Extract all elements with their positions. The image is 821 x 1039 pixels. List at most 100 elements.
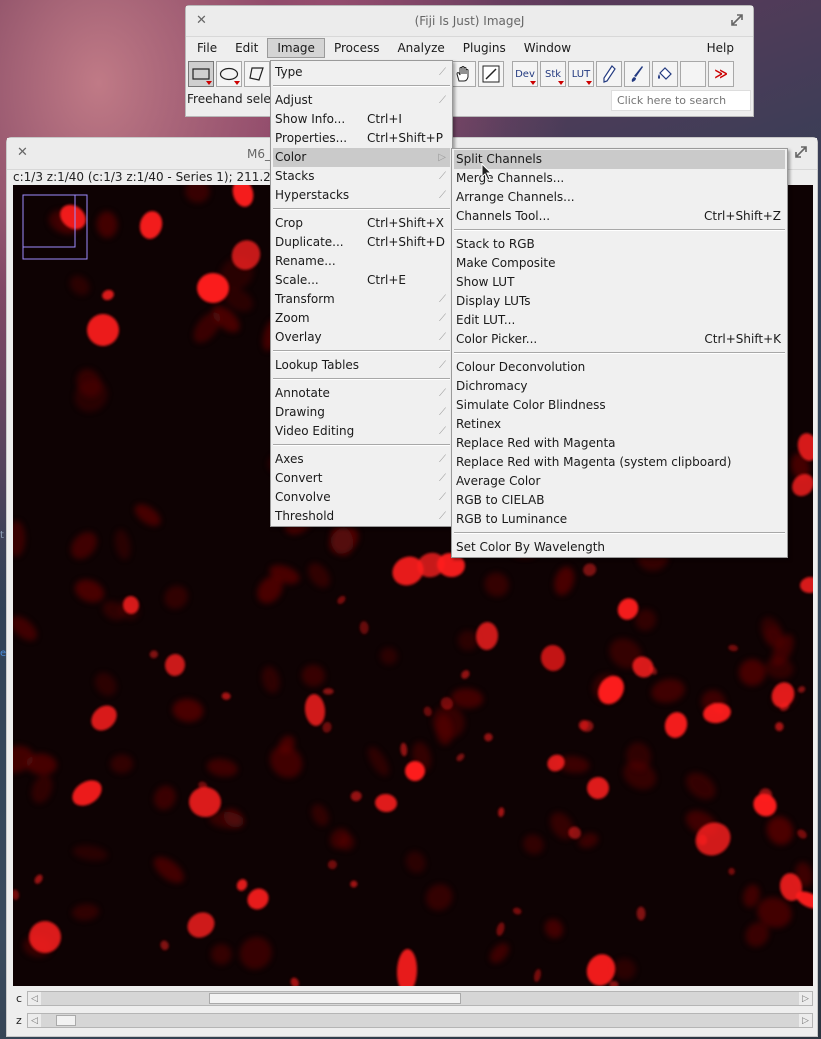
color-menu-item-color-picker[interactable]: Color Picker... Ctrl+Shift+K — [454, 330, 785, 349]
more-tools-button[interactable]: ≫ — [708, 61, 734, 87]
close-icon[interactable]: ✕ — [196, 13, 207, 28]
image-menu-item-duplicate[interactable]: Duplicate... Ctrl+Shift+D — [273, 233, 450, 252]
image-menu-item-rename[interactable]: Rename... — [273, 252, 450, 271]
color-menu-item-arrange-channels[interactable]: Arrange Channels... — [454, 188, 785, 207]
menu-item-shortcut: Ctrl+Shift+D — [367, 235, 445, 249]
color-menu-item-make-composite[interactable]: Make Composite — [454, 254, 785, 273]
search-input[interactable] — [611, 90, 751, 111]
menu-separator — [273, 85, 450, 87]
submenu-arrow-icon: ⟋ — [439, 454, 446, 465]
color-menu-item-show-lut[interactable]: Show LUT — [454, 273, 785, 292]
empty-tool-slot[interactable] — [680, 61, 706, 87]
color-menu-item-merge-channels[interactable]: Merge Channels... — [454, 169, 785, 188]
menu-plugins[interactable]: Plugins — [454, 38, 515, 58]
image-menu-item-threshold[interactable]: Threshold ⟋ — [273, 507, 450, 526]
menu-item-label: Rename... — [275, 254, 336, 268]
color-menu-item-stack-to-rgb[interactable]: Stack to RGB — [454, 235, 785, 254]
menu-item-shortcut: Ctrl+Shift+K — [704, 332, 781, 346]
menu-item-label: Channels Tool... — [456, 209, 551, 223]
image-menu-item-color[interactable]: Color ▷ — [273, 148, 450, 167]
stk-tool[interactable]: Stk — [540, 61, 566, 87]
z-slider-thumb[interactable] — [56, 1015, 76, 1026]
color-menu-item-edit-lut[interactable]: Edit LUT... — [454, 311, 785, 330]
image-menu-item-crop[interactable]: Crop Ctrl+Shift+X — [273, 214, 450, 233]
menu-analyze[interactable]: Analyze — [388, 38, 453, 58]
menu-help[interactable]: Help — [698, 38, 743, 58]
submenu-arrow-icon: ⟋ — [439, 67, 446, 78]
image-menu-item-drawing[interactable]: Drawing ⟋ — [273, 403, 450, 422]
channel-slider[interactable]: ◁ ▷ — [27, 991, 813, 1006]
image-title: M6_ — [247, 147, 271, 161]
slider-left-arrow-icon[interactable]: ◁ — [28, 992, 41, 1005]
hand-tool[interactable] — [450, 61, 476, 87]
slider-left-arrow-icon[interactable]: ◁ — [28, 1014, 41, 1027]
dev-label: Dev — [515, 68, 535, 80]
color-menu-item-average-color[interactable]: Average Color — [454, 472, 785, 491]
slider-right-arrow-icon[interactable]: ▷ — [799, 1014, 812, 1027]
image-menu-item-hyperstacks[interactable]: Hyperstacks ⟋ — [273, 186, 450, 205]
image-menu-item-transform[interactable]: Transform ⟋ — [273, 290, 450, 309]
color-menu-item-rgb-to-cielab[interactable]: RGB to CIELAB — [454, 491, 785, 510]
slider-right-arrow-icon[interactable]: ▷ — [799, 992, 812, 1005]
brush-tool[interactable] — [624, 61, 650, 87]
image-menu-item-axes[interactable]: Axes ⟋ — [273, 450, 450, 469]
menu-image[interactable]: Image — [267, 38, 325, 58]
menu-item-label: Show Info... — [275, 112, 346, 126]
menu-item-label: Stack to RGB — [456, 237, 535, 251]
menu-separator — [273, 444, 450, 446]
menu-edit[interactable]: Edit — [226, 38, 267, 58]
menu-item-label: Overlay — [275, 330, 322, 344]
menu-item-label: Drawing — [275, 405, 325, 419]
image-menu-item-convolve[interactable]: Convolve ⟋ — [273, 488, 450, 507]
dev-tool[interactable]: Dev — [512, 61, 538, 87]
image-menu-item-type[interactable]: Type ⟋ — [273, 63, 450, 82]
color-menu-item-display-luts[interactable]: Display LUTs — [454, 292, 785, 311]
image-menu-item-stacks[interactable]: Stacks ⟋ — [273, 167, 450, 186]
color-menu-item-replace-red-with-magenta-system-clipboard[interactable]: Replace Red with Magenta (system clipboa… — [454, 453, 785, 472]
color-menu-item-replace-red-with-magenta[interactable]: Replace Red with Magenta — [454, 434, 785, 453]
color-menu-item-channels-tool[interactable]: Channels Tool... Ctrl+Shift+Z — [454, 207, 785, 226]
menu-item-label: Retinex — [456, 417, 502, 431]
color-menu-item-colour-deconvolution[interactable]: Colour Deconvolution — [454, 358, 785, 377]
menu-window[interactable]: Window — [515, 38, 580, 58]
color-menu-item-rgb-to-luminance[interactable]: RGB to Luminance — [454, 510, 785, 529]
color-menu-item-split-channels[interactable]: Split Channels — [454, 150, 785, 169]
menu-item-label: Lookup Tables — [275, 358, 360, 372]
maximize-icon[interactable] — [793, 144, 809, 160]
color-menu-item-dichromacy[interactable]: Dichromacy — [454, 377, 785, 396]
menu-file[interactable]: File — [188, 38, 226, 58]
close-icon[interactable]: ✕ — [17, 145, 28, 160]
menu-item-label: Set Color By Wavelength — [456, 540, 605, 554]
submenu-arrow-icon: ⟋ — [439, 95, 446, 106]
menu-item-label: Colour Deconvolution — [456, 360, 586, 374]
pencil-tool[interactable] — [596, 61, 622, 87]
color-menu-item-simulate-color-blindness[interactable]: Simulate Color Blindness — [454, 396, 785, 415]
color-picker-tool[interactable] — [478, 61, 504, 87]
flood-fill-tool[interactable] — [652, 61, 678, 87]
polygon-tool[interactable] — [244, 61, 270, 87]
color-menu-item-retinex[interactable]: Retinex — [454, 415, 785, 434]
z-slider[interactable]: ◁ ▷ — [27, 1013, 813, 1028]
lut-tool[interactable]: LUT — [568, 61, 594, 87]
menu-item-label: Annotate — [275, 386, 330, 400]
menu-item-label: Crop — [275, 216, 304, 230]
rectangle-tool[interactable] — [188, 61, 214, 87]
image-menu-item-annotate[interactable]: Annotate ⟋ — [273, 384, 450, 403]
image-menu-item-lookup-tables[interactable]: Lookup Tables ⟋ — [273, 356, 450, 375]
submenu-arrow-icon: ⟋ — [439, 360, 446, 371]
menu-item-label: Display LUTs — [456, 294, 531, 308]
image-menu-item-video-editing[interactable]: Video Editing ⟋ — [273, 422, 450, 441]
color-menu-item-set-color-by-wavelength[interactable]: Set Color By Wavelength — [454, 538, 785, 557]
image-menu-item-scale[interactable]: Scale... Ctrl+E — [273, 271, 450, 290]
image-menu-item-overlay[interactable]: Overlay ⟋ — [273, 328, 450, 347]
menu-process[interactable]: Process — [325, 38, 389, 58]
image-menu-item-properties[interactable]: Properties... Ctrl+Shift+P — [273, 129, 450, 148]
image-menu-item-zoom[interactable]: Zoom ⟋ — [273, 309, 450, 328]
image-menu-item-adjust[interactable]: Adjust ⟋ — [273, 91, 450, 110]
image-menu-item-convert[interactable]: Convert ⟋ — [273, 469, 450, 488]
oval-tool[interactable] — [216, 61, 242, 87]
image-menu-item-show-info[interactable]: Show Info... Ctrl+I — [273, 110, 450, 129]
submenu-arrow-icon: ⟋ — [439, 511, 446, 522]
channel-slider-thumb[interactable] — [209, 993, 461, 1004]
maximize-icon[interactable] — [729, 12, 745, 28]
